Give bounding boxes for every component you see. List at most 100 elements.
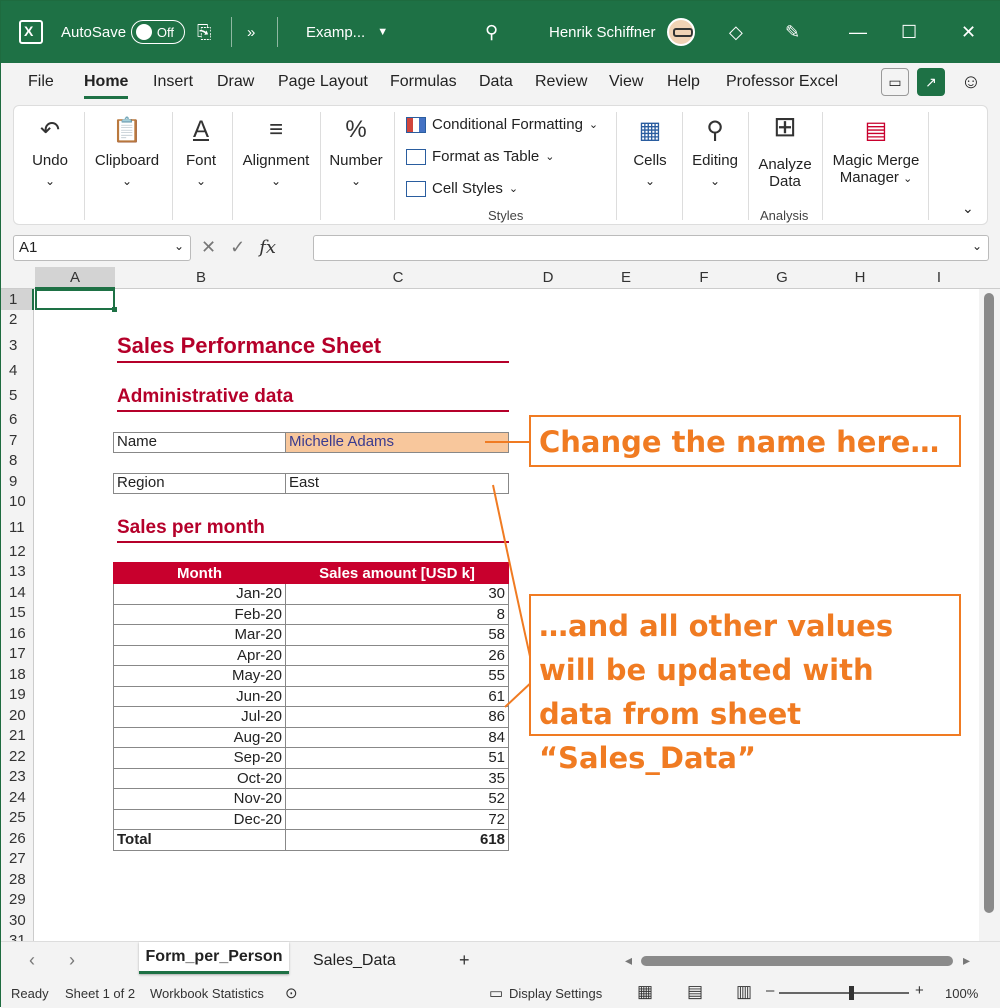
- format-as-table-button[interactable]: Format as Table ⌄: [406, 148, 555, 165]
- worksheet[interactable]: Sales Performance Sheet Administrative d…: [35, 289, 979, 941]
- row-header[interactable]: 2: [1, 310, 34, 331]
- undo-button[interactable]: ↶ Undo ⌄: [22, 106, 78, 224]
- zoom-slider-handle[interactable]: [849, 986, 854, 1000]
- enter-icon[interactable]: ✓: [230, 237, 245, 258]
- scroll-right-icon[interactable]: ▸: [963, 952, 970, 969]
- region-cell[interactable]: East: [286, 474, 508, 493]
- row-header[interactable]: 27: [1, 849, 34, 870]
- column-header[interactable]: G: [743, 269, 821, 286]
- amount-cell[interactable]: 26: [285, 644, 509, 666]
- number-button[interactable]: % Number ⌄: [324, 106, 388, 224]
- month-cell[interactable]: Dec-20: [113, 808, 286, 830]
- zoom-level[interactable]: 100%: [945, 986, 978, 1001]
- tab-file[interactable]: File: [28, 73, 54, 91]
- share-icon[interactable]: ↗: [917, 68, 945, 96]
- maximize-icon[interactable]: ☐: [901, 1, 917, 63]
- row-header[interactable]: 6: [1, 410, 34, 431]
- scroll-left-icon[interactable]: ◂: [625, 952, 632, 969]
- comments-icon[interactable]: ▭: [881, 68, 909, 96]
- sheet-tab-form-per-person[interactable]: Form_per_Person: [139, 942, 289, 974]
- row-header[interactable]: 19: [1, 685, 34, 706]
- row-header[interactable]: 28: [1, 870, 34, 891]
- amount-cell[interactable]: 58: [285, 624, 509, 646]
- amount-cell[interactable]: 51: [285, 747, 509, 769]
- page-break-view-icon[interactable]: ▥: [736, 982, 752, 1002]
- conditional-formatting-button[interactable]: Conditional Formatting ⌄: [406, 116, 598, 133]
- filename-dropdown[interactable]: Examp... ▼: [306, 1, 388, 63]
- row-header[interactable]: 9: [1, 472, 34, 493]
- tab-data[interactable]: Data: [479, 73, 513, 91]
- add-sheet-icon[interactable]: +: [459, 950, 470, 971]
- prev-sheet-icon[interactable]: ‹: [29, 950, 35, 971]
- tab-insert[interactable]: Insert: [153, 73, 193, 91]
- minimize-icon[interactable]: —: [849, 1, 867, 63]
- column-header[interactable]: B: [115, 269, 287, 286]
- column-header[interactable]: H: [821, 269, 899, 286]
- alignment-button[interactable]: ≡ Alignment ⌄: [236, 106, 316, 224]
- normal-view-icon[interactable]: ▦: [637, 982, 653, 1002]
- smiley-icon[interactable]: ☺: [957, 68, 985, 96]
- column-header[interactable]: E: [587, 269, 665, 286]
- display-settings[interactable]: Display Settings: [509, 986, 602, 1001]
- row-header[interactable]: 12: [1, 542, 34, 563]
- row-header[interactable]: 24: [1, 788, 34, 809]
- page-layout-view-icon[interactable]: ▤: [687, 982, 703, 1002]
- next-sheet-icon[interactable]: ›: [69, 950, 75, 971]
- amount-cell[interactable]: 8: [285, 603, 509, 625]
- row-header[interactable]: 30: [1, 911, 34, 932]
- column-header[interactable]: D: [509, 269, 587, 286]
- font-button[interactable]: A Font ⌄: [176, 106, 226, 224]
- tab-draw[interactable]: Draw: [217, 73, 254, 91]
- total-value[interactable]: 618: [285, 829, 509, 851]
- diamond-icon[interactable]: ◇: [729, 1, 743, 63]
- workbook-statistics[interactable]: Workbook Statistics: [150, 986, 264, 1001]
- insert-function-icon[interactable]: fx: [259, 237, 276, 258]
- tab-formulas[interactable]: Formulas: [390, 73, 457, 91]
- analyze-data-button[interactable]: ⊞ Analyze Data: [752, 106, 818, 224]
- name-cell[interactable]: Michelle Adams: [286, 433, 508, 452]
- month-cell[interactable]: Apr-20: [113, 644, 286, 666]
- row-header[interactable]: 16: [1, 624, 34, 645]
- amount-cell[interactable]: 86: [285, 706, 509, 728]
- row-header[interactable]: 8: [1, 451, 34, 472]
- amount-cell[interactable]: 35: [285, 767, 509, 789]
- cells-button[interactable]: ▦ Cells ⌄: [622, 106, 678, 224]
- autosave-toggle[interactable]: Off: [131, 1, 185, 63]
- month-cell[interactable]: Jan-20: [113, 583, 286, 605]
- zoom-slider[interactable]: [779, 992, 909, 994]
- amount-cell[interactable]: 52: [285, 788, 509, 810]
- zoom-out-icon[interactable]: –: [766, 982, 774, 999]
- row-header[interactable]: 26: [1, 829, 34, 850]
- ribbon-expand-icon[interactable]: ⌄: [962, 200, 974, 217]
- total-label[interactable]: Total: [113, 829, 286, 851]
- vertical-scrollbar[interactable]: [979, 289, 1000, 941]
- row-header[interactable]: 3: [1, 331, 34, 361]
- row-header[interactable]: 23: [1, 767, 34, 788]
- row-header[interactable]: 29: [1, 890, 34, 911]
- column-header[interactable]: A: [35, 267, 115, 289]
- row-header[interactable]: 17: [1, 644, 34, 665]
- row-header[interactable]: 4: [1, 361, 34, 382]
- tab-review[interactable]: Review: [535, 73, 587, 91]
- month-cell[interactable]: Feb-20: [113, 603, 286, 625]
- row-header[interactable]: 5: [1, 381, 34, 410]
- save-icon[interactable]: ⎘: [197, 1, 211, 63]
- avatar[interactable]: [667, 1, 695, 63]
- tab-view[interactable]: View: [609, 73, 643, 91]
- row-header[interactable]: 1: [1, 289, 34, 310]
- amount-cell[interactable]: 61: [285, 685, 509, 707]
- amount-cell[interactable]: 30: [285, 583, 509, 605]
- column-header[interactable]: I: [899, 269, 979, 286]
- more-commands-icon[interactable]: »: [247, 1, 255, 63]
- month-cell[interactable]: Nov-20: [113, 788, 286, 810]
- row-header[interactable]: 7: [1, 431, 34, 452]
- accessibility-icon[interactable]: ⊙: [285, 984, 298, 1002]
- amount-cell[interactable]: 84: [285, 726, 509, 748]
- cancel-icon[interactable]: ✕: [201, 237, 216, 258]
- column-header[interactable]: F: [665, 269, 743, 286]
- month-cell[interactable]: Oct-20: [113, 767, 286, 789]
- cell-styles-button[interactable]: Cell Styles ⌄: [406, 180, 518, 197]
- month-cell[interactable]: Mar-20: [113, 624, 286, 646]
- editing-button[interactable]: ⚲ Editing ⌄: [686, 106, 744, 224]
- amount-cell[interactable]: 72: [285, 808, 509, 830]
